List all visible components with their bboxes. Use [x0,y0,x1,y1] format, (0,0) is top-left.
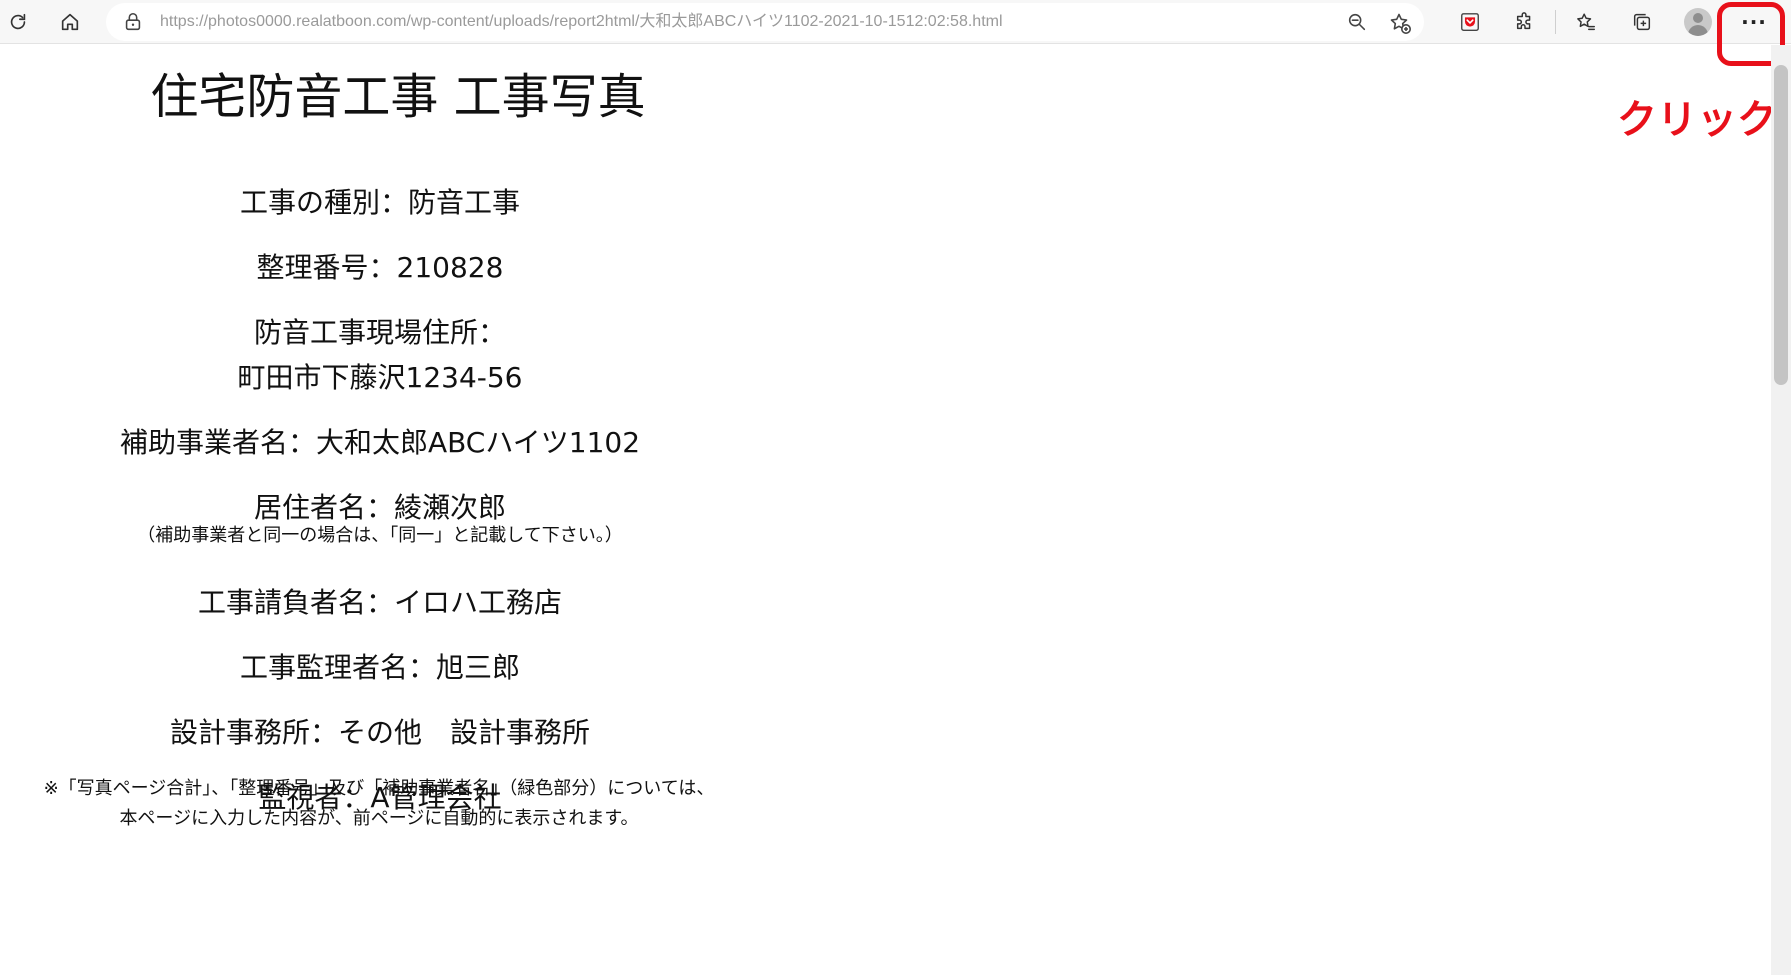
home-icon [61,13,79,31]
home-button[interactable] [52,4,88,40]
lock-icon[interactable] [122,11,144,33]
site-address-label: 防音工事現場住所： [253,316,506,349]
toolbar-separator [1555,10,1556,34]
pocket-extension-button[interactable] [1452,4,1488,40]
address-bar[interactable]: https://photos0000.realatboon.com/wp-con… [106,3,1424,41]
pocket-icon [1461,13,1479,31]
extensions-button[interactable] [1507,4,1543,40]
collections-icon [1633,13,1651,31]
click-annotation: クリック [1617,97,1777,143]
reload-icon [10,13,26,30]
puzzle-icon [1516,12,1531,30]
browser-toolbar: https://photos0000.realatboon.com/wp-con… [0,0,1791,44]
work-type: 工事の種別：防音工事 [239,186,520,219]
collections-button[interactable] [1624,4,1660,40]
reload-button[interactable] [0,4,36,40]
footer-note-line2: 本ページに入力した内容が、前ページに自動的に表示されます。 [119,808,639,829]
footer-note: ※「写真ページ合計」、「整理番号」及び「補助事業者名」（緑色部分）については、 … [0,774,764,834]
ref-number: 整理番号：210828 [256,251,504,284]
settings-and-more-button[interactable]: ··· [1736,4,1772,40]
design-office: 設計事務所：その他 設計事務所 [169,716,590,749]
page-title: 住宅防音工事 工事写真 [150,69,646,125]
page-scrollbar[interactable] [1771,45,1791,975]
add-favorite-icon[interactable] [1388,11,1412,35]
footer-note-line1: ※「写真ページ合計」、「整理番号」及び「補助事業者名」（緑色部分）については、 [43,778,715,799]
favorites-star-list-icon [1577,13,1595,31]
avatar-body [1688,25,1708,36]
resident-note: （補助事業者と同一の場合は、「同一」と記載して下さい。） [137,525,623,546]
browser-window: https://photos0000.realatboon.com/wp-con… [0,0,1791,975]
contractor-name: 工事請負者名：イロハ工務店 [197,586,562,619]
zoom-out-icon[interactable] [1346,11,1368,33]
scroll-thumb[interactable] [1774,65,1788,385]
supervisor-name: 工事監理者名：旭三郎 [239,651,520,684]
site-address: 町田市下藤沢1234-56 [237,361,523,394]
avatar-head [1693,13,1703,23]
subsidy-operator-name: 補助事業者名：大和太郎ABCハイツ1102 [119,426,641,459]
favorites-button[interactable] [1568,4,1604,40]
url-text[interactable]: https://photos0000.realatboon.com/wp-con… [160,12,1310,32]
more-dots-icon: ··· [1741,10,1767,34]
profile-avatar[interactable] [1684,8,1712,36]
